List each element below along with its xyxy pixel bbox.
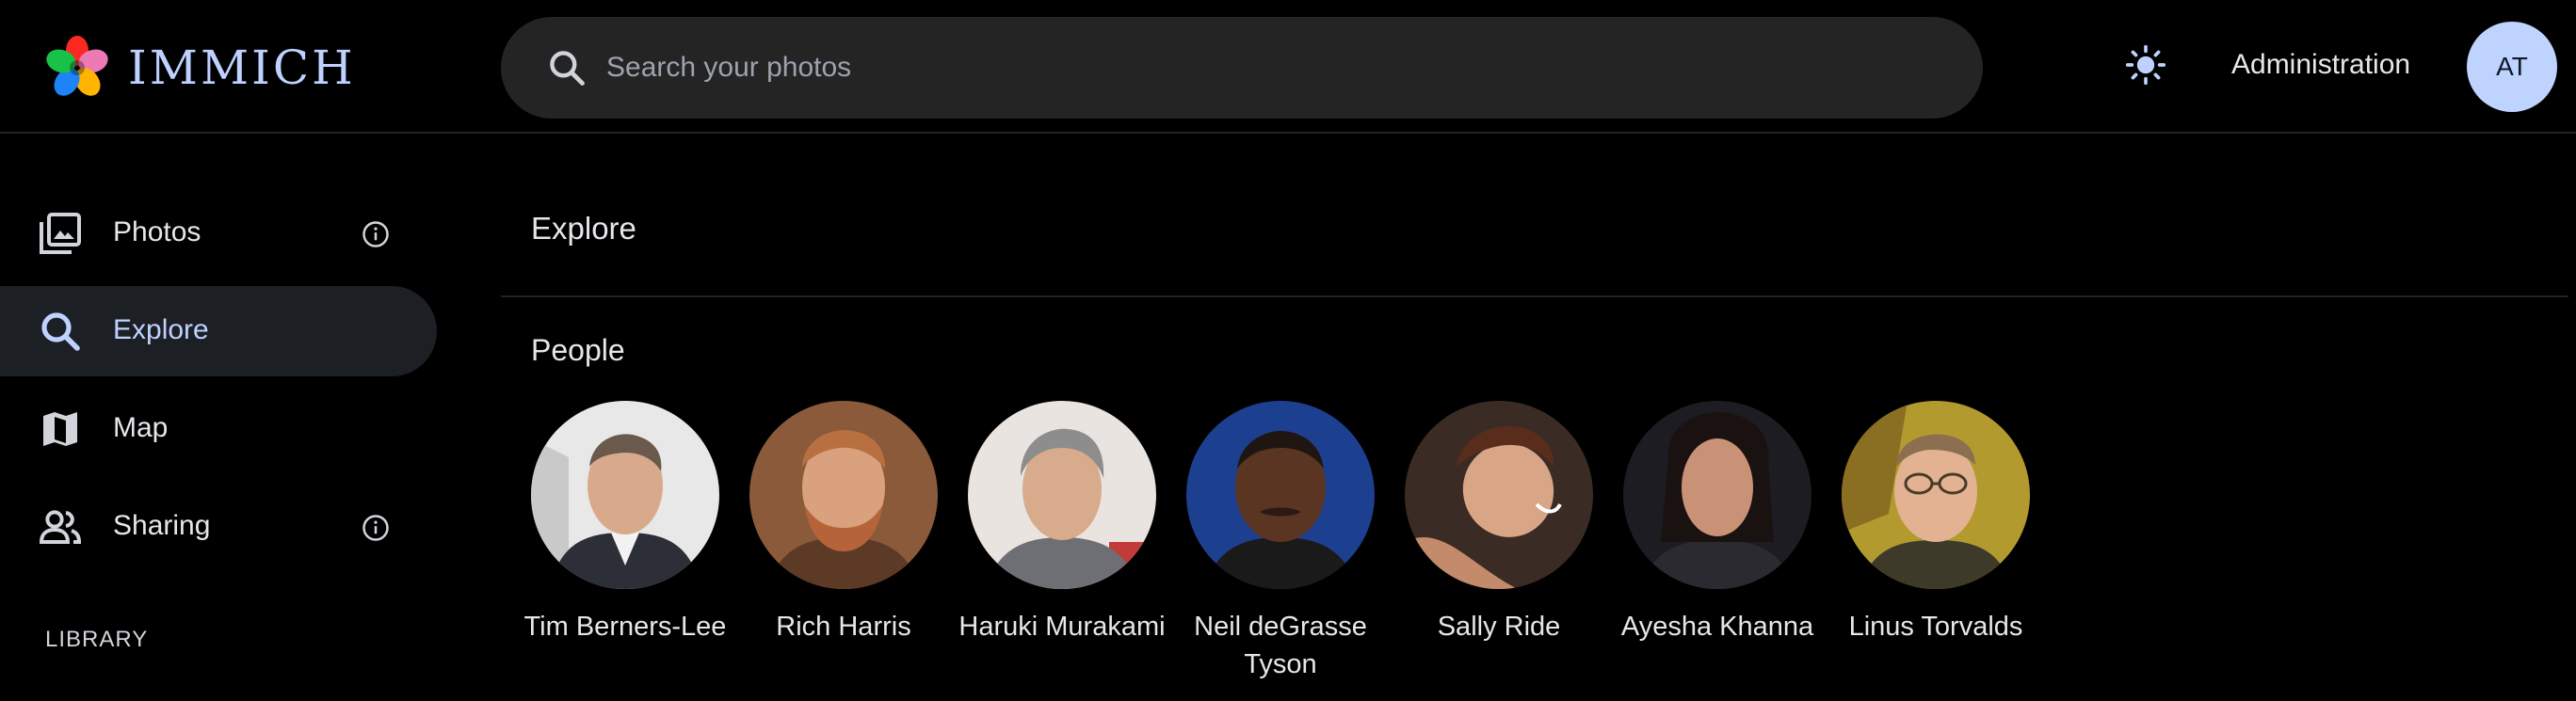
immich-logo-icon: [46, 36, 108, 96]
search-input[interactable]: [606, 40, 1924, 96]
person-name: Neil deGrasse Tyson: [1194, 612, 1367, 679]
sidebar-item-photos[interactable]: Photos: [0, 188, 437, 279]
person-photo: [1623, 401, 1811, 589]
person-photo: [1405, 401, 1593, 589]
avatar[interactable]: AT: [2467, 22, 2557, 112]
page-title: Explore: [531, 211, 636, 246]
person-name: Rich Harris: [776, 612, 911, 642]
search-icon: [550, 51, 585, 86]
administration-link[interactable]: Administration: [2231, 49, 2410, 81]
sidebar-item-label: Photos: [113, 216, 201, 247]
theme-toggle-button[interactable]: [2122, 41, 2169, 88]
person-name: Ayesha Khanna: [1620, 612, 1814, 642]
person-photo: [531, 401, 719, 589]
person-thumbnail[interactable]: [749, 401, 938, 589]
person-card[interactable]: Haruki Murakami: [958, 401, 1166, 645]
person-card[interactable]: Linus Torvalds: [1842, 401, 2030, 645]
divider: [501, 295, 2568, 297]
person-card[interactable]: Ayesha Khanna: [1621, 401, 1813, 645]
person-name: Sally Ride: [1437, 612, 1561, 642]
photos-icon: [40, 213, 81, 254]
logo-text: IMMICH: [128, 40, 356, 95]
sidebar-item-explore[interactable]: Explore: [0, 286, 437, 376]
person-thumbnail[interactable]: [1623, 401, 1811, 589]
sharing-icon: [39, 510, 82, 544]
person-name: Haruki Murakami: [958, 612, 1166, 642]
sidebar-item-map[interactable]: Map: [0, 384, 437, 474]
sidebar-item-label: Map: [113, 412, 169, 443]
person-thumbnail[interactable]: [1842, 401, 2030, 589]
map-icon: [43, 412, 77, 446]
info-icon[interactable]: [362, 220, 390, 248]
person-thumbnail[interactable]: [1405, 401, 1593, 589]
person-photo: [749, 401, 938, 589]
library-section-label: LIBRARY: [45, 627, 149, 652]
sidebar-item-label: Explore: [113, 314, 209, 345]
person-photo: [1186, 401, 1375, 589]
person-thumbnail[interactable]: [968, 401, 1156, 589]
person-thumbnail[interactable]: [1186, 401, 1375, 589]
person-card[interactable]: Neil deGrasse Tyson: [1186, 401, 1375, 683]
sidebar-item-label: Sharing: [113, 510, 211, 541]
person-photo: [1842, 401, 2030, 589]
person-name: Tim Berners-Lee: [523, 612, 727, 642]
info-icon[interactable]: [362, 514, 390, 542]
sidebar-item-sharing[interactable]: Sharing: [0, 482, 437, 572]
person-card[interactable]: Tim Berners-Lee: [524, 401, 726, 645]
logo[interactable]: IMMICH: [43, 34, 356, 102]
search-icon: [41, 312, 80, 351]
search-bar[interactable]: [501, 17, 1983, 119]
person-card[interactable]: Rich Harris: [749, 401, 938, 645]
people-section-title: People: [531, 333, 625, 367]
person-photo: [968, 401, 1156, 589]
top-bar: IMMICH Search your photos Administration…: [0, 0, 2576, 134]
main-content: Explore People Tim Berners-Lee Rich Harr…: [501, 135, 2576, 701]
app-root: IMMICH Search your photos Administration…: [0, 0, 2576, 701]
sun-icon: [2125, 44, 2166, 86]
person-card[interactable]: Sally Ride: [1405, 401, 1593, 645]
person-thumbnail[interactable]: [531, 401, 719, 589]
sidebar: Photos Explore Map Sharing LIBRARY: [0, 135, 452, 701]
person-name: Linus Torvalds: [1848, 612, 2023, 642]
